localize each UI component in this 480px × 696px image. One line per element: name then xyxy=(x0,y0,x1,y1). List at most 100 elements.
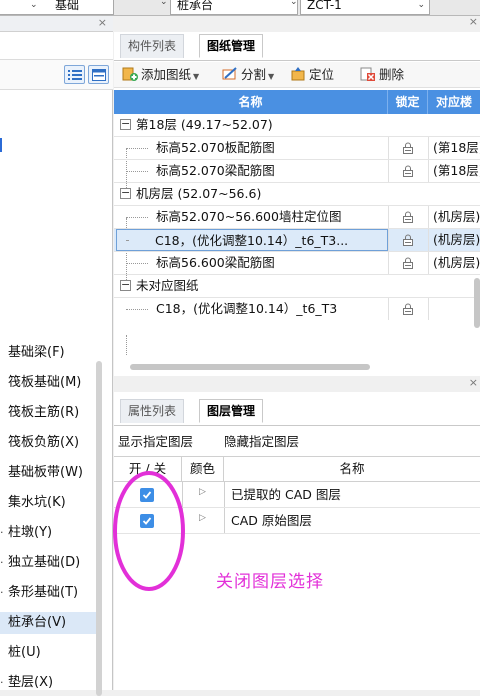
hide-layer-button[interactable]: 隐藏指定图层 xyxy=(224,430,299,454)
top-filter-bar: 基础 ⌄ 桩承台 ZCT-1 ⌄ ⌄ ⌄ xyxy=(0,0,480,16)
category-item[interactable]: · 柱墩(Y) xyxy=(0,522,96,544)
close-icon[interactable]: × xyxy=(98,16,107,30)
expand-triangle-icon[interactable]: ▷ xyxy=(199,487,206,497)
tree-group-row[interactable]: − 机房层 (52.07~56.6) xyxy=(114,183,480,206)
category-item[interactable]: · 垫层(X) xyxy=(0,672,96,694)
drawing-manager-panel: × 构件列表 图纸管理 添加图纸 ▼ 分割 ▼ 定位 删除 名称 锁定 对应楼 … xyxy=(114,15,480,376)
tree-line xyxy=(126,148,148,149)
category-item-label: 基础板带(W) xyxy=(8,465,83,480)
tab-divider xyxy=(114,425,480,426)
drawing-name: 标高52.070~56.600墙柱定位图 xyxy=(156,209,342,224)
close-icon[interactable]: × xyxy=(469,15,478,28)
floor-cell: (机房层) xyxy=(428,206,480,228)
category-item[interactable]: 筏板基础(M) xyxy=(0,372,96,394)
tree-group-row[interactable]: − 第18层 (49.17~52.07) xyxy=(114,114,480,137)
category-item[interactable]: 筏板负筋(X) xyxy=(0,432,96,454)
add-drawing-icon xyxy=(122,67,138,81)
lock-cell[interactable] xyxy=(388,160,428,182)
category-item[interactable]: · 独立基础(D) xyxy=(0,552,96,574)
lock-cell[interactable] xyxy=(388,229,428,251)
expand-triangle-icon[interactable]: ▷ xyxy=(199,513,206,523)
drawing-row[interactable]: 标高52.070梁配筋图 (第18层) xyxy=(114,160,480,183)
collapse-icon[interactable]: − xyxy=(120,279,131,291)
locate-label: 定位 xyxy=(309,67,335,82)
column-header-name[interactable]: 名称 xyxy=(114,90,388,114)
tree-line xyxy=(126,335,127,355)
delete-icon xyxy=(360,67,375,81)
chevron-down-icon: ⌄ xyxy=(417,0,425,10)
lock-cell[interactable] xyxy=(388,298,428,320)
tab-property-list[interactable]: 属性列表 xyxy=(120,399,185,423)
group-label: 第18层 (49.17~52.07) xyxy=(136,117,273,132)
category-item-label: 集水坑(K) xyxy=(8,495,66,510)
lock-icon xyxy=(403,234,413,246)
category-item-label: 桩(U) xyxy=(8,645,41,660)
drawing-row[interactable]: C18，(优化调整10.14）_t6_T3 xyxy=(114,298,480,321)
column-header-floor[interactable]: 对应楼 xyxy=(428,90,480,114)
category-item-label: 筏板基础(M) xyxy=(8,375,82,390)
show-layer-button[interactable]: 显示指定图层 xyxy=(118,430,193,454)
column-divider xyxy=(224,482,225,507)
add-drawing-button[interactable]: 添加图纸 ▼ xyxy=(122,66,199,84)
list-view-button[interactable] xyxy=(64,65,85,84)
tab-component-list[interactable]: 构件列表 xyxy=(120,34,185,58)
lock-cell[interactable] xyxy=(388,137,428,159)
close-icon[interactable]: × xyxy=(469,376,478,389)
category-item-selected[interactable]: 桩承台(V) xyxy=(0,612,96,634)
bullet-icon: · xyxy=(0,526,4,539)
column-header-name[interactable]: 名称 xyxy=(224,457,480,481)
collapse-icon[interactable]: − xyxy=(120,118,131,130)
locate-icon xyxy=(291,67,305,81)
floor-cell: (第18层) xyxy=(428,160,480,182)
lock-cell[interactable] xyxy=(388,206,428,228)
tree-group-row[interactable]: − 未对应图纸 xyxy=(114,275,480,298)
category-item[interactable]: 桩(U) xyxy=(0,642,96,664)
drawing-row[interactable]: 标高52.070板配筋图 (第18层) xyxy=(114,137,480,160)
tree-line xyxy=(126,171,148,172)
drawing-name: C18，(优化调整10.14）_t6_T3... xyxy=(116,229,388,251)
lower-panel-header: × xyxy=(114,376,480,392)
drawing-row-selected[interactable]: C18，(优化调整10.14）_t6_T3... (机房层) xyxy=(114,229,480,252)
horizontal-scrollbar[interactable] xyxy=(130,364,370,370)
bullet-icon: · xyxy=(0,586,4,599)
category-combo-value: 基础 xyxy=(55,0,80,12)
left-scrollbar[interactable] xyxy=(96,361,102,696)
vertical-scrollbar[interactable] xyxy=(474,278,480,328)
category-item[interactable]: 集水坑(K) xyxy=(0,492,96,514)
category-item[interactable]: · 条形基础(T) xyxy=(0,582,96,604)
category-item-label: 筏板主筋(R) xyxy=(8,405,80,420)
drawing-row[interactable]: 标高52.070~56.600墙柱定位图 (机房层) xyxy=(114,206,480,229)
upper-tabs: 构件列表 图纸管理 xyxy=(120,34,420,60)
split-button[interactable]: 分割 ▼ xyxy=(222,66,274,84)
collapse-icon[interactable]: − xyxy=(120,187,131,199)
component-name-combo[interactable]: ZCT-1 ⌄ xyxy=(300,0,430,15)
lock-icon xyxy=(403,257,413,269)
component-type-combo-value: 桩承台 xyxy=(177,0,214,12)
chevron-down-icon: ⌄ xyxy=(30,0,38,10)
grid-view-button[interactable] xyxy=(88,65,109,84)
left-panel-header: × xyxy=(0,16,113,32)
drawing-row[interactable]: 标高56.600梁配筋图 (机房层) xyxy=(114,252,480,275)
category-combo[interactable]: 基础 ⌄ xyxy=(0,0,114,15)
grid-view-icon xyxy=(92,69,106,81)
category-item[interactable]: 基础梁(F) xyxy=(0,342,96,364)
drawing-tree-table: 名称 锁定 对应楼 − 第18层 (49.17~52.07) 标高52.070板… xyxy=(114,90,480,360)
drawing-name: 标高52.070板配筋图 xyxy=(156,140,275,155)
tab-drawing-manager[interactable]: 图纸管理 xyxy=(199,34,264,58)
locate-button[interactable]: 定位 xyxy=(290,66,334,84)
category-item[interactable]: 基础板带(W) xyxy=(0,462,96,484)
layer-name: CAD 原始图层 xyxy=(231,513,312,528)
category-item-label: 桩承台(V) xyxy=(8,615,67,630)
tab-layer-manager[interactable]: 图层管理 xyxy=(199,399,264,423)
delete-label: 删除 xyxy=(379,67,405,82)
floor-cell: (机房层) xyxy=(428,252,480,274)
tree-line xyxy=(126,263,148,264)
category-item[interactable]: 筏板主筋(R) xyxy=(0,402,96,424)
lock-cell[interactable] xyxy=(388,252,428,274)
component-type-combo[interactable]: 桩承台 xyxy=(170,0,298,15)
add-drawing-label: 添加图纸 xyxy=(141,67,192,82)
delete-button[interactable]: 删除 xyxy=(360,66,404,84)
chevron-down-icon: ▼ xyxy=(193,72,200,81)
column-header-lock[interactable]: 锁定 xyxy=(388,90,428,114)
group-label: 机房层 (52.07~56.6) xyxy=(136,186,262,201)
